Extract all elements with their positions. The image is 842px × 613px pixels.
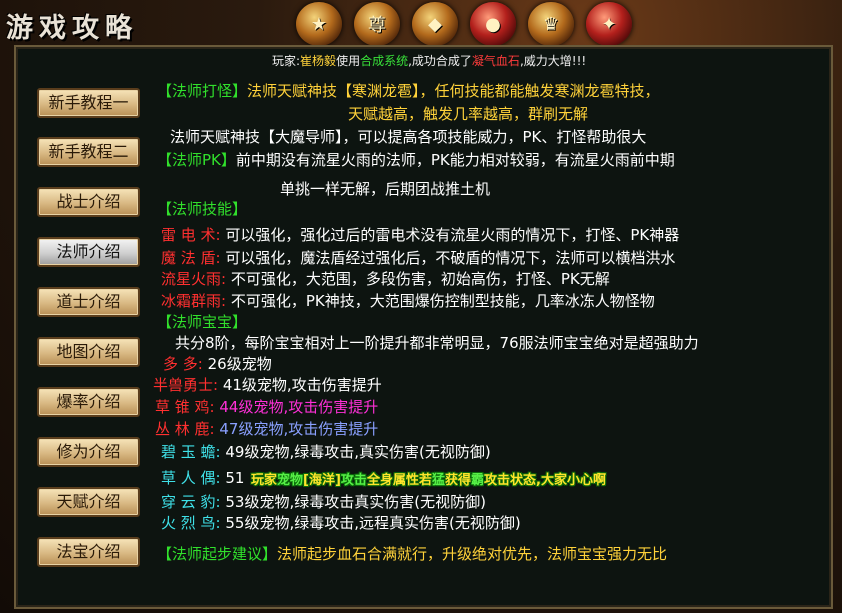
content-line: 【法师PK】前中期没有流星火雨的法师，PK能力相对较弱，有流星火雨前中期: [157, 149, 675, 170]
pet-row: 火 烈 鸟: 55级宠物,绿毒攻击,远程真实伤害(无视防御): [161, 512, 521, 533]
skill-desc: 不可强化，PK神技，大范围爆伤控制型技能，几率冰冻人物怪物: [230, 292, 655, 310]
notice-prefix: 玩家:: [272, 54, 301, 68]
top-icon-bar: ★ 尊 ◆ ● ♛ ✦: [296, 2, 632, 46]
broadcast-text: 玩家: [251, 473, 278, 488]
nav-mage[interactable]: 法师介绍: [37, 237, 140, 267]
nav-talent[interactable]: 天赋介绍: [37, 487, 140, 517]
nav-tutorial-2[interactable]: 新手教程二: [37, 137, 140, 167]
nav-warrior[interactable]: 战士介绍: [37, 187, 140, 217]
pet-desc: 47级宠物,攻击伤害提升: [219, 420, 379, 438]
pet-desc: 49级宠物,绿毒攻击,真实伤害(无视防御): [225, 443, 491, 461]
scrolling-broadcast: 玩家宠物[海洋]攻击全身属性若猛获得霸攻击状态,大家小心啊: [251, 469, 606, 488]
pet-row: 碧 玉 蟾: 49级宠物,绿毒攻击,真实伤害(无视防御): [161, 441, 491, 462]
pet-desc: 53级宠物,绿毒攻击真实伤害(无视防御): [225, 493, 486, 511]
pet-name: 碧 玉 蟾:: [161, 443, 221, 461]
pet-row: 多 多: 26级宠物: [163, 353, 272, 374]
section-tag: 【法师起步建议】: [157, 545, 278, 563]
broadcast-text: 猛: [431, 473, 445, 488]
pet-row: 草 人 偶: 51: [161, 467, 244, 488]
skill-name: 雷 电 术:: [161, 226, 221, 244]
nav-cultivation[interactable]: 修为介绍: [37, 437, 140, 467]
system-notice: 玩家:崔杨毅使用合成系统,成功合成了凝气血石,威力大增!!!: [272, 52, 586, 69]
notice-item: 凝气血石: [471, 54, 520, 68]
nav-drop-rate[interactable]: 爆率介绍: [37, 387, 140, 417]
skill-row: 魔 法 盾: 可以强化，魔法盾经过强化后，不破盾的情况下，法师可以横档洪水: [161, 247, 675, 268]
broadcast-text: 获得: [444, 473, 471, 488]
broadcast-text: 全身属性若: [366, 473, 432, 488]
content-line: 天赋越高，触发几率越高，群刷无解: [348, 105, 589, 123]
skill-name: 魔 法 盾:: [161, 249, 221, 267]
content-text: 前中期没有流星火雨的法师，PK能力相对较弱，有流星火雨前中期: [235, 151, 675, 169]
section-tag: 【法师PK】: [157, 151, 236, 169]
notice-player: 崔杨毅: [300, 54, 337, 68]
broadcast-text: 霸: [470, 473, 484, 488]
nav-tutorial-1[interactable]: 新手教程一: [37, 88, 140, 118]
pet-row: 半兽勇士: 41级宠物,攻击伤害提升: [153, 374, 382, 395]
potion-bag-icon[interactable]: ●: [470, 2, 516, 46]
pet-row: 丛 林 鹿: 47级宠物,攻击伤害提升: [155, 418, 378, 439]
content-line: 【法师起步建议】法师起步血石合满就行，升级绝对优先，法师宝宝强力无比: [157, 543, 667, 564]
medal-icon[interactable]: ★: [296, 2, 342, 46]
pet-name: 半兽勇士:: [153, 376, 219, 394]
skill-row: 流星火雨: 不可强化，大范围，多段伤害，初始高伤，打怪、PK无解: [161, 268, 610, 289]
broadcast-text: [海洋]: [303, 473, 341, 488]
skill-desc: 可以强化，强化过后的雷电术没有流星火雨的情况下，打怪、PK神器: [225, 226, 680, 244]
pet-desc: 26级宠物: [207, 355, 272, 373]
jewel-icon[interactable]: ✦: [586, 2, 632, 46]
crest-icon[interactable]: ♛: [528, 2, 574, 46]
skill-name: 冰霜群雨:: [161, 292, 227, 310]
section-tag: 【法师技能】: [157, 200, 248, 218]
content-line: 法师天赋神技【大魔导师】，可以提高各项技能威力，PK、打怪帮助很大: [170, 128, 647, 146]
skill-desc: 可以强化，魔法盾经过强化后，不破盾的情况下，法师可以横档洪水: [225, 249, 676, 267]
pet-row: 穿 云 豹: 53级宠物,绿毒攻击真实伤害(无视防御): [161, 491, 486, 512]
content-text: 法师起步血石合满就行，升级绝对优先，法师宝宝强力无比: [277, 545, 668, 563]
skill-row: 雷 电 术: 可以强化，强化过后的雷电术没有流星火雨的情况下，打怪、PK神器: [161, 224, 679, 245]
pet-name: 多 多:: [163, 355, 203, 373]
broadcast-text: 攻击状态,大家小心啊: [484, 473, 606, 488]
pet-name: 丛 林 鹿:: [155, 420, 215, 438]
pet-name: 草 人 偶:: [161, 469, 221, 487]
page-title: 游戏攻略: [6, 13, 138, 44]
nav-treasure[interactable]: 法宝介绍: [37, 537, 140, 567]
notice-text: 使用: [336, 54, 361, 68]
skill-name: 流星火雨:: [161, 270, 227, 288]
notice-suffix: ,威力大增!!!: [519, 54, 587, 68]
pet-desc: 44级宠物,攻击伤害提升: [219, 398, 379, 416]
nav-taoist[interactable]: 道士介绍: [37, 287, 140, 317]
skill-row: 冰霜群雨: 不可强化，PK神技，大范围爆伤控制型技能，几率冰冻人物怪物: [161, 290, 655, 311]
skill-desc: 不可强化，大范围，多段伤害，初始高伤，打怪、PK无解: [230, 270, 610, 288]
pet-row: 草 锥 鸡: 44级宠物,攻击伤害提升: [155, 396, 378, 417]
content-line: 单挑一样无解，后期团战推土机: [280, 180, 491, 198]
nav-map[interactable]: 地图介绍: [37, 337, 140, 367]
content-line: 【法师打怪】法师天赋神技【寒渊龙雹】，任何技能都能触发寒渊龙雹特技，: [157, 80, 660, 101]
broadcast-text: 攻击: [340, 473, 367, 488]
content-line: 共分8阶，每阶宝宝相对上一阶提升都非常明显，76服法师宝宝绝对是超强助力: [175, 334, 699, 352]
pet-name: 草 锥 鸡:: [155, 398, 215, 416]
chest-icon[interactable]: 尊: [354, 2, 400, 46]
pet-desc: 41级宠物,攻击伤害提升: [222, 376, 382, 394]
section-tag: 【法师宝宝】: [157, 313, 248, 331]
content-text: 法师天赋神技【寒渊龙雹】，任何技能都能触发寒渊龙雹特技，: [247, 82, 660, 100]
pet-name: 穿 云 豹:: [161, 493, 221, 511]
treasure-icon[interactable]: ◆: [412, 2, 458, 46]
pet-desc: 51: [225, 469, 245, 487]
pet-desc: 55级宠物,绿毒攻击,远程真实伤害(无视防御): [225, 514, 521, 532]
notice-text: ,成功合成了: [408, 54, 472, 68]
pet-name: 火 烈 鸟:: [161, 514, 221, 532]
notice-system: 合成系统: [360, 54, 409, 68]
broadcast-text: 宠物: [277, 473, 304, 488]
section-tag: 【法师打怪】: [157, 82, 248, 100]
